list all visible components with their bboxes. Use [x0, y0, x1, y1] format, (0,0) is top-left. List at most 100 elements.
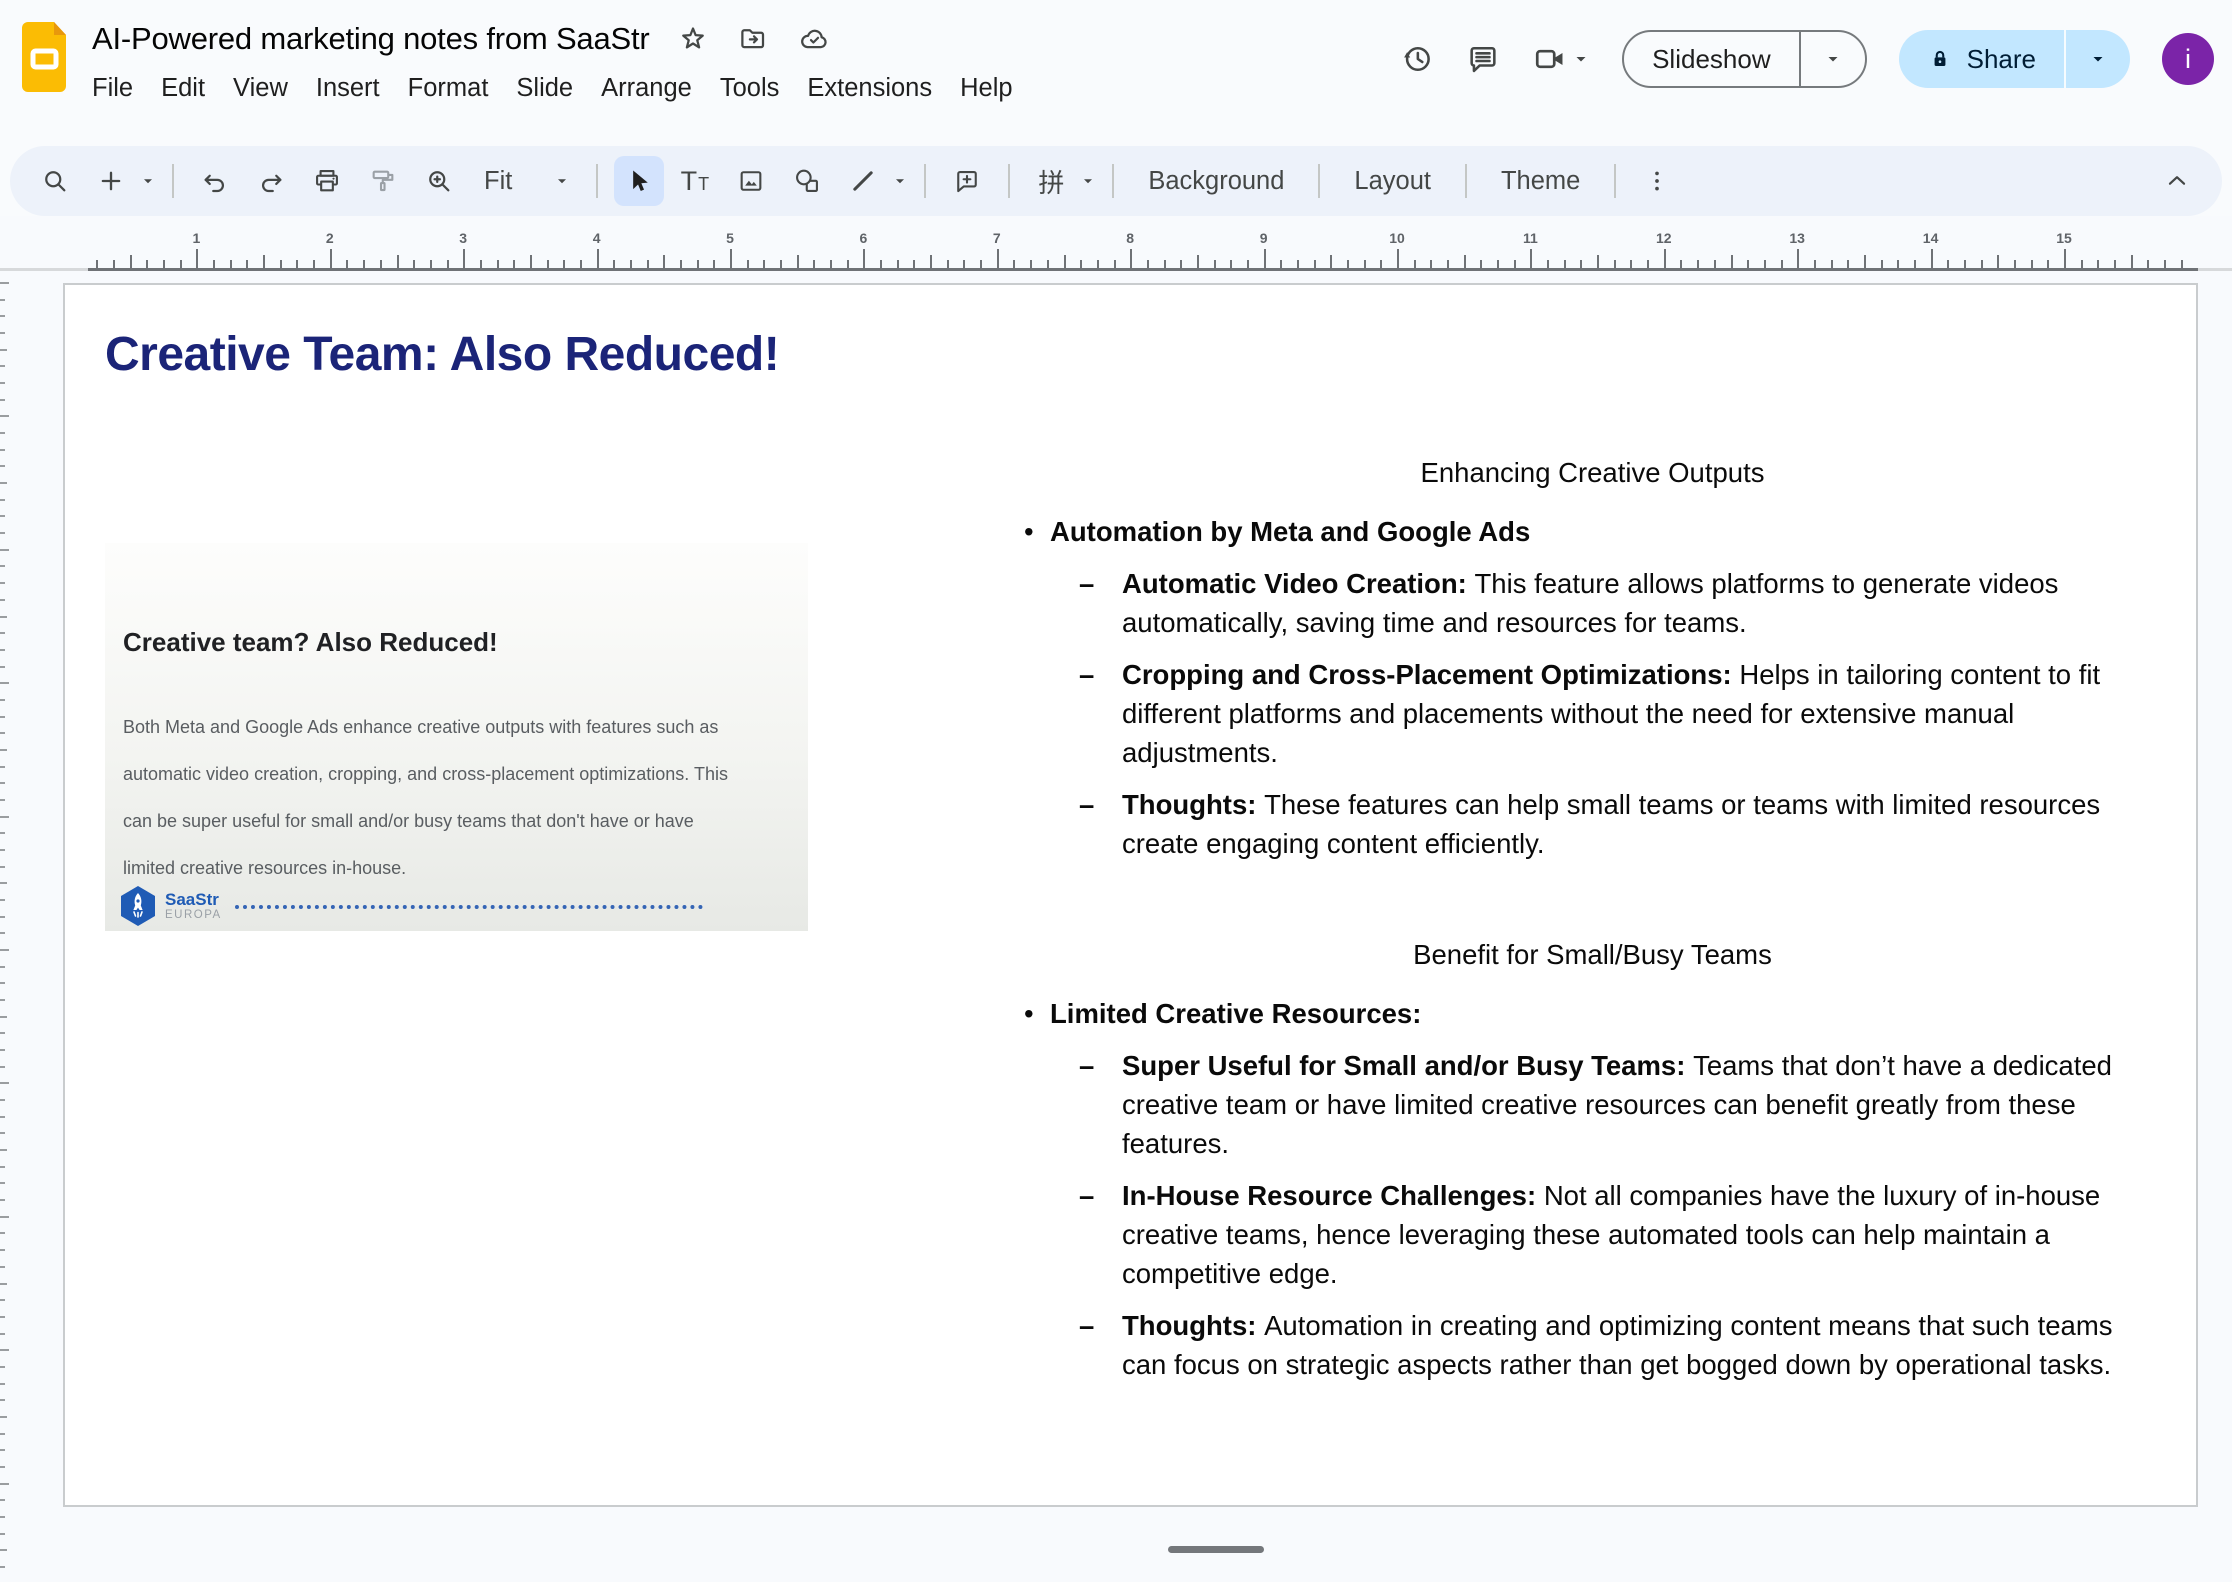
comments-icon[interactable]: [1466, 42, 1500, 76]
toolbar-divider: [1614, 164, 1616, 198]
version-history-icon[interactable]: [1400, 42, 1434, 76]
dash-marker: –: [1079, 655, 1122, 772]
input-tools-icon[interactable]: 拼: [1026, 156, 1076, 206]
bullet-marker: •: [1010, 512, 1050, 551]
canvas-area: 123456789101112131415 Creative Team: Als…: [0, 216, 2232, 1582]
toolbar-divider: [596, 164, 598, 198]
bullet-item: • Automation by Meta and Google Ads: [1010, 512, 2175, 551]
sub-bullet-item: – Thoughts:Automation in creating and op…: [1010, 1306, 2175, 1384]
toolbar: Fit TT: [10, 146, 2222, 216]
menu-tools[interactable]: Tools: [706, 70, 794, 107]
star-icon[interactable]: [678, 24, 708, 54]
print-icon[interactable]: [302, 156, 352, 206]
zoom-value: Fit: [484, 167, 512, 196]
background-button[interactable]: Background: [1130, 167, 1302, 196]
toolbar-divider: [1112, 164, 1114, 198]
layout-button[interactable]: Layout: [1336, 167, 1449, 196]
wavy-divider-line: [235, 903, 703, 909]
toolbar-divider: [1008, 164, 1010, 198]
menu-edit[interactable]: Edit: [147, 70, 219, 107]
share-dropdown-caret-icon[interactable]: [2066, 30, 2130, 88]
redo-icon[interactable]: [246, 156, 296, 206]
new-slide-plus-icon[interactable]: [86, 156, 136, 206]
sub-bullet-item: – Super Useful for Small and/or Busy Tea…: [1010, 1046, 2175, 1163]
document-title[interactable]: AI-Powered marketing notes from SaaStr: [92, 21, 650, 57]
input-tools-group: 拼: [1026, 156, 1096, 206]
bullet-item: • Limited Creative Resources:: [1010, 994, 2175, 1033]
slideshow-split-button: Slideshow: [1622, 30, 1867, 88]
video-camera-icon[interactable]: [1532, 42, 1568, 76]
dash-marker: –: [1079, 1046, 1122, 1163]
title-icons: [678, 24, 830, 54]
menu-arrange[interactable]: Arrange: [587, 70, 706, 107]
dash-marker: –: [1079, 564, 1122, 642]
sub-bullet-item: – In-House Resource Challenges:Not all c…: [1010, 1176, 2175, 1293]
lock-icon: [1927, 46, 1953, 72]
input-tools-caret-icon[interactable]: [1080, 173, 1096, 189]
saastr-logo-subtitle: EUROPA: [165, 910, 222, 922]
toolbar-divider: [1465, 164, 1467, 198]
paint-format-icon[interactable]: [358, 156, 408, 206]
menu-extensions[interactable]: Extensions: [793, 70, 946, 107]
header-actions: Slideshow Share: [1400, 16, 2214, 88]
zoom-icon[interactable]: [414, 156, 464, 206]
section-benefit-small-busy-teams: Benefit for Small/Busy Teams • Limited C…: [1010, 935, 2175, 1384]
dash-marker: –: [1079, 1306, 1122, 1384]
embedded-image-heading: Creative team? Also Reduced!: [123, 627, 498, 658]
more-options-icon[interactable]: [1632, 156, 1682, 206]
embedded-image-body: Both Meta and Google Ads enhance creativ…: [123, 715, 795, 903]
insert-shape-icon[interactable]: [782, 156, 832, 206]
vertical-ruler: [0, 282, 10, 1582]
move-folder-icon[interactable]: [738, 24, 768, 54]
search-menus-icon[interactable]: [30, 156, 80, 206]
google-slides-app: AI-Powered marketing notes from SaaStr: [0, 0, 2232, 1582]
header: AI-Powered marketing notes from SaaStr: [0, 0, 2232, 146]
slideshow-button[interactable]: Slideshow: [1624, 32, 1799, 86]
menu-file[interactable]: File: [92, 70, 147, 107]
slideshow-dropdown-caret-icon[interactable]: [1801, 32, 1865, 86]
line-caret-icon[interactable]: [892, 173, 908, 189]
select-tool-icon[interactable]: [614, 156, 664, 206]
share-split-button: Share: [1899, 30, 2130, 88]
horizontal-ruler: 123456789101112131415: [0, 228, 2232, 272]
menu-view[interactable]: View: [219, 70, 302, 107]
insert-line-group: [838, 156, 908, 206]
cloud-saved-icon[interactable]: [798, 24, 830, 54]
google-slides-logo-icon[interactable]: [16, 20, 72, 94]
collapse-toolbar-icon[interactable]: [2152, 156, 2202, 206]
menu-help[interactable]: Help: [946, 70, 1026, 107]
bullet-text: Automation by Meta and Google Ads: [1050, 512, 1530, 551]
camera-dropdown-caret-icon[interactable]: [1572, 50, 1590, 68]
zoom-caret-icon: [554, 173, 570, 189]
speaker-notes-drag-handle[interactable]: [1168, 1546, 1264, 1553]
section-heading: Enhancing Creative Outputs: [1010, 453, 2175, 492]
sub-bullet-item: – Cropping and Cross-Placement Optimizat…: [1010, 655, 2175, 772]
embedded-slide-screenshot-image[interactable]: Creative team? Also Reduced! Both Meta a…: [105, 543, 808, 931]
slide-title[interactable]: Creative Team: Also Reduced!: [105, 327, 779, 382]
menu-insert[interactable]: Insert: [302, 70, 394, 107]
toolbar-divider: [1318, 164, 1320, 198]
slide-body-text[interactable]: Enhancing Creative Outputs • Automation …: [1010, 453, 2175, 1384]
new-slide-caret-icon[interactable]: [140, 173, 156, 189]
undo-icon[interactable]: [190, 156, 240, 206]
sub-bullet-item: – Thoughts:These features can help small…: [1010, 785, 2175, 863]
header-main: AI-Powered marketing notes from SaaStr: [92, 16, 1027, 107]
menu-slide[interactable]: Slide: [502, 70, 587, 107]
embedded-image-body-line: automatic video creation, cropping, and …: [123, 762, 795, 809]
new-slide-group: [86, 156, 156, 206]
menu-format[interactable]: Format: [394, 70, 503, 107]
dash-marker: –: [1079, 1176, 1122, 1293]
zoom-select[interactable]: Fit: [470, 167, 580, 196]
slide-canvas[interactable]: Creative Team: Also Reduced! Creative te…: [63, 283, 2198, 1507]
insert-image-icon[interactable]: [726, 156, 776, 206]
dash-marker: –: [1079, 785, 1122, 863]
theme-button[interactable]: Theme: [1483, 167, 1598, 196]
sub-bullet-item: – Automatic Video Creation:This feature …: [1010, 564, 2175, 642]
text-box-icon[interactable]: TT: [670, 156, 720, 206]
account-avatar[interactable]: i: [2162, 33, 2214, 85]
share-button[interactable]: Share: [1899, 30, 2064, 88]
embedded-image-body-line: can be super useful for small and/or bus…: [123, 809, 795, 856]
saastr-logo-title: SaaStr: [165, 891, 222, 908]
insert-line-icon[interactable]: [838, 156, 888, 206]
add-comment-icon[interactable]: [942, 156, 992, 206]
